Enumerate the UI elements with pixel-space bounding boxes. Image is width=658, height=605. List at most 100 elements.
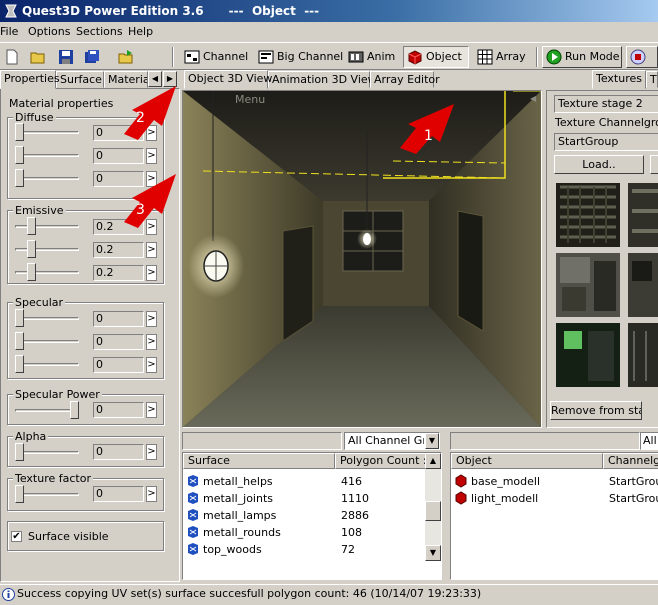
surface-list[interactable]: Surface Polygon Count : 7 metall_helps 4… (182, 452, 442, 580)
tab-properties[interactable]: Properties (0, 70, 60, 89)
surface-name: metall_rounds (203, 526, 281, 539)
emissive-b-value[interactable]: 0.2 (93, 265, 144, 281)
alpha-arrow-button[interactable]: > (146, 444, 157, 460)
open-folder-icon[interactable] (30, 49, 46, 65)
scroll-thumb[interactable] (425, 501, 441, 521)
list-item[interactable]: metall_joints 1110 (183, 490, 427, 507)
texture-channelgroup-value: StartGroup (558, 135, 619, 148)
emissive-g-slider[interactable] (15, 240, 79, 258)
tab-more[interactable]: T (646, 71, 658, 88)
polygon-count: 72 (341, 543, 355, 556)
object-list[interactable]: Object Channelgr base_modell StartGrou l… (450, 452, 658, 580)
tab-object-3d-view[interactable]: Object 3D View (184, 70, 272, 89)
remove-from-stage-button[interactable]: Remove from stage (550, 401, 642, 420)
specular-r-arrow-button[interactable]: > (146, 311, 157, 327)
surface-column-header[interactable]: Surface (183, 453, 335, 469)
object-group-select[interactable]: All (640, 432, 658, 450)
diffuse-r-slider[interactable] (15, 123, 79, 141)
menu-options[interactable]: Options (28, 25, 70, 38)
emissive-r-slider[interactable] (15, 217, 79, 235)
emissive-g-arrow-button[interactable]: > (146, 242, 157, 258)
texture-factor-value[interactable]: 0 (93, 486, 144, 502)
specular-power-slider[interactable] (15, 401, 79, 419)
surface-visible-checkbox[interactable]: ✔ (11, 531, 22, 542)
menu-sections[interactable]: Sections (76, 25, 123, 38)
channelgroup-column-header[interactable]: Channelgr (603, 453, 658, 469)
surface-channel-group-select[interactable]: All Channel Grou ▼ (344, 432, 440, 450)
object-column-header[interactable]: Object (451, 453, 603, 469)
annotation-arrow-2: 2 (124, 86, 176, 140)
texture-factor-label: Texture factor (13, 472, 93, 485)
array-button[interactable]: Array (473, 46, 531, 68)
alpha-value[interactable]: 0 (93, 444, 144, 460)
surface-channel-group-value: All Channel Grou (348, 434, 424, 447)
texture-thumbnails[interactable] (554, 181, 658, 391)
emissive-g-value[interactable]: 0.2 (93, 242, 144, 258)
list-item[interactable]: light_modell StartGrou (451, 490, 658, 507)
material-properties-title: Material properties (9, 97, 114, 110)
texture-stage-select[interactable]: Texture stage 2 (554, 95, 658, 113)
stop-button[interactable] (626, 46, 658, 68)
diffuse-g-value[interactable]: 0 (93, 148, 144, 164)
tab-surface[interactable]: Surface (56, 71, 104, 88)
run-mode-button[interactable]: Run Mode (542, 46, 622, 68)
surface-icon (188, 543, 198, 555)
folder-open-icon[interactable] (118, 49, 134, 65)
surface-icon (188, 492, 198, 504)
list-item[interactable]: metall_helps 416 (183, 473, 427, 490)
alpha-slider[interactable] (15, 443, 79, 461)
object-search-field[interactable] (450, 432, 640, 450)
surface-icon (188, 475, 198, 487)
tab-array-editor[interactable]: Array Editor (370, 71, 440, 88)
tab-animation-3d-view[interactable]: Animation 3D View (268, 71, 377, 88)
viewport-3d[interactable]: Menu ◀ (182, 90, 542, 428)
texture-channelgroup-select[interactable]: StartGroup (554, 133, 658, 151)
diffuse-g-arrow-button[interactable]: > (146, 148, 157, 164)
texture-factor-arrow-button[interactable]: > (146, 486, 157, 502)
list-item[interactable]: top_woods 72 (183, 541, 427, 558)
specular-b-slider[interactable] (15, 355, 79, 373)
channel-button[interactable]: Channel (180, 46, 250, 68)
specular-power-value[interactable]: 0 (93, 402, 144, 418)
specular-g-slider[interactable] (15, 332, 79, 350)
list-item[interactable]: metall_lamps 2886 (183, 507, 427, 524)
load-texture-button[interactable]: Load.. (554, 155, 644, 174)
emissive-b-arrow-button[interactable]: > (146, 265, 157, 281)
surface-search-field[interactable] (182, 432, 342, 450)
specular-power-arrow-button[interactable]: > (146, 402, 157, 418)
specular-g-value[interactable]: 0 (93, 334, 144, 350)
chevron-down-icon[interactable]: ▼ (425, 433, 439, 449)
list-item[interactable]: base_modell StartGrou (451, 473, 658, 490)
scroll-down-button[interactable]: ▼ (425, 545, 441, 561)
diffuse-g-slider[interactable] (15, 146, 79, 164)
save-icon[interactable] (58, 49, 74, 65)
list-item[interactable]: metall_rounds 108 (183, 524, 427, 541)
object-cube-icon (408, 50, 422, 65)
scroll-up-button[interactable]: ▲ (425, 453, 441, 469)
specular-b-arrow-button[interactable]: > (146, 357, 157, 373)
menu-file[interactable]: File (0, 25, 18, 38)
tab-textures[interactable]: Textures (592, 70, 646, 89)
specular-r-value[interactable]: 0 (93, 311, 144, 327)
texture-factor-slider[interactable] (15, 485, 79, 503)
specular-g-arrow-button[interactable]: > (146, 334, 157, 350)
emissive-b-slider[interactable] (15, 263, 79, 281)
surface-name: metall_helps (203, 475, 273, 488)
viewport-collapse-arrow[interactable]: ◀ (530, 94, 536, 103)
surface-visible-label: Surface visible (28, 530, 109, 543)
texture-extra-button[interactable] (650, 155, 658, 174)
new-file-icon[interactable] (4, 49, 20, 65)
viewport-menu-label[interactable]: Menu (235, 93, 265, 106)
object-button-label: Object (426, 50, 462, 63)
surface-name: metall_joints (203, 492, 274, 505)
menu-help[interactable]: Help (128, 25, 153, 38)
polygon-count-column-header[interactable]: Polygon Count : 7 (335, 453, 427, 469)
diffuse-b-slider[interactable] (15, 169, 79, 187)
specular-r-slider[interactable] (15, 309, 79, 327)
save-all-icon[interactable] (84, 49, 100, 65)
anim-button[interactable]: Anim (344, 46, 400, 68)
big-channel-button[interactable]: Big Channel (254, 46, 343, 68)
object-button[interactable]: Object (403, 46, 469, 68)
surface-list-scrollbar[interactable]: ▲ ▼ (425, 453, 441, 561)
specular-b-value[interactable]: 0 (93, 357, 144, 373)
